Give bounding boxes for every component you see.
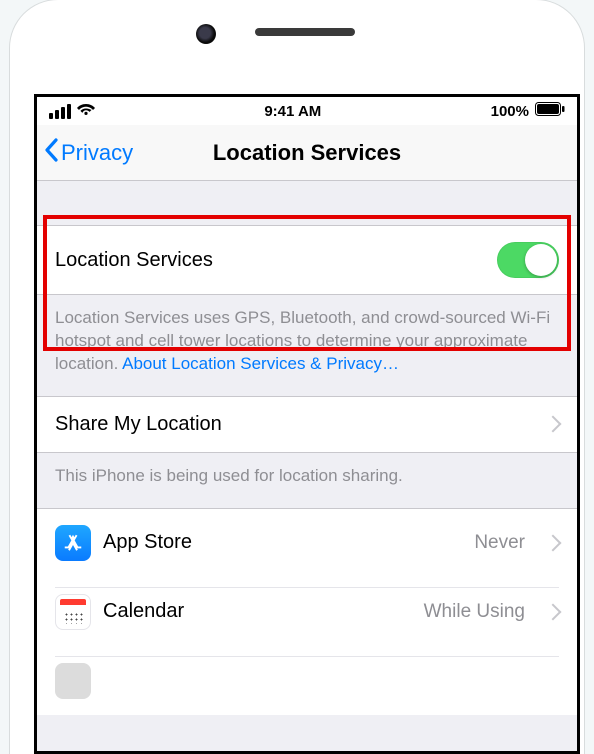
about-link[interactable]: About Location Services & Privacy… (122, 354, 399, 373)
app-list: App Store Never Calendar While Using (37, 508, 577, 715)
nav-bar: Privacy Location Services (37, 125, 577, 181)
app-row-placeholder (37, 646, 577, 715)
calendar-icon (55, 594, 91, 630)
app-status: Never (474, 532, 525, 554)
cell-signal-icon (49, 104, 71, 119)
back-button[interactable]: Privacy (37, 138, 133, 168)
chevron-left-icon (43, 138, 59, 168)
app-row-calendar[interactable]: Calendar While Using (37, 577, 577, 646)
share-my-location-row[interactable]: Share My Location (37, 396, 577, 453)
app-name: Calendar (103, 600, 412, 623)
app-row-app-store[interactable]: App Store Never (37, 509, 577, 577)
phone-frame: 9:41 AM 100% Privacy Location Services L… (10, 0, 584, 754)
wifi-icon (77, 102, 95, 120)
back-label: Privacy (61, 140, 133, 166)
chevron-right-icon (545, 416, 562, 433)
location-services-row: Location Services (37, 225, 577, 295)
app-store-icon (55, 525, 91, 561)
location-services-toggle[interactable] (497, 242, 559, 278)
speaker-grille (255, 28, 355, 36)
status-time: 9:41 AM (264, 103, 321, 120)
chevron-right-icon (545, 603, 562, 620)
share-footer: This iPhone is being used for location s… (37, 453, 577, 508)
screen: 9:41 AM 100% Privacy Location Services L… (34, 94, 580, 754)
camera-dot (196, 24, 216, 44)
app-status: While Using (424, 601, 525, 623)
location-services-explainer: Location Services uses GPS, Bluetooth, a… (37, 295, 577, 396)
location-services-label: Location Services (55, 249, 213, 272)
battery-icon (535, 102, 565, 120)
battery-percent: 100% (491, 103, 529, 120)
placeholder-icon (55, 663, 91, 699)
app-name: App Store (103, 531, 462, 554)
share-my-location-label: Share My Location (55, 413, 222, 436)
chevron-right-icon (545, 534, 562, 551)
status-bar: 9:41 AM 100% (37, 97, 577, 125)
